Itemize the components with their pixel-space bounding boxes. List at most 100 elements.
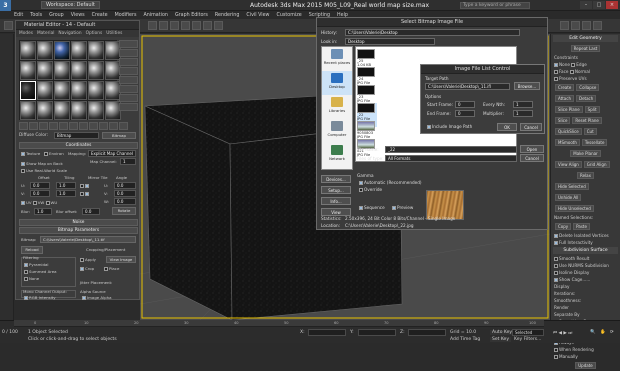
menu-animation[interactable]: Animation — [143, 13, 167, 18]
file-list-cancel-button[interactable]: Cancel — [520, 123, 542, 131]
files-of-type-dropdown[interactable]: All Formats — [385, 155, 517, 162]
place-network[interactable]: Network — [322, 143, 352, 167]
place-libraries[interactable]: Libraries — [322, 95, 352, 119]
sample-slot[interactable] — [71, 61, 87, 80]
vw-radio[interactable] — [32, 201, 37, 205]
blur-field[interactable]: 1.0 — [34, 208, 52, 215]
target-path-field[interactable]: C:\Users\Valerie\Desktop\_11.ifl — [425, 83, 510, 90]
window-cross-icon[interactable] — [181, 21, 190, 30]
play-controls[interactable]: ⏮ ◀ ▶ ⏭ — [553, 330, 572, 336]
cut-button[interactable]: Cut — [583, 128, 597, 135]
every-nth-spinner[interactable]: 1 — [513, 101, 533, 108]
place-desktop[interactable]: Desktop — [322, 71, 352, 95]
detach-button[interactable]: Detach — [576, 95, 597, 102]
auto-key-button[interactable]: Auto Key — [490, 330, 515, 335]
sample-slot[interactable] — [88, 41, 104, 60]
view-align-button[interactable]: View Align — [555, 161, 582, 168]
select-name-icon[interactable] — [159, 21, 168, 30]
when-rendering-radio[interactable] — [554, 348, 558, 352]
search-input[interactable]: Type a keyword or phrase — [460, 1, 530, 9]
smooth-result-checkbox[interactable] — [554, 257, 558, 261]
coordinates-rollout[interactable]: Coordinates — [19, 142, 138, 149]
bitmap-parameters-rollout[interactable]: Bitmap Parameters — [19, 227, 138, 234]
make-preview-icon[interactable] — [119, 85, 138, 93]
map-channel-spinner[interactable]: 1 — [120, 158, 136, 165]
u-tiling-field[interactable]: 1.0 — [56, 182, 76, 189]
noise-rollout[interactable]: Noise — [19, 219, 138, 226]
view-button[interactable]: View — [321, 208, 351, 216]
multiplier-spinner[interactable]: 1 — [513, 110, 533, 117]
key-filters-button[interactable]: Key Filters... — [514, 337, 541, 342]
menu-views[interactable]: Views — [71, 13, 85, 18]
place-radio[interactable] — [104, 267, 108, 271]
file-name-input[interactable]: _22 — [385, 146, 517, 153]
z-coord-field[interactable] — [408, 329, 446, 336]
show-map-icon[interactable] — [89, 122, 98, 130]
devices-button[interactable]: Devices... — [321, 175, 351, 183]
uv-radio[interactable] — [21, 201, 25, 205]
sample-slot-selected[interactable] — [20, 81, 36, 100]
menu-tools[interactable]: Tools — [30, 13, 42, 18]
video-color-icon[interactable] — [119, 76, 138, 84]
sample-slot[interactable] — [88, 101, 104, 120]
preview-checkbox[interactable] — [392, 206, 396, 210]
apply-checkbox[interactable] — [80, 258, 84, 262]
info-button[interactable]: Info... — [321, 197, 351, 205]
sample-slot[interactable] — [37, 101, 53, 120]
cancel-button[interactable]: Cancel — [520, 154, 544, 162]
me-menu-material[interactable]: Material — [37, 31, 54, 36]
select-icon[interactable] — [148, 21, 157, 30]
close-button[interactable]: × — [606, 1, 618, 9]
sample-slot[interactable] — [88, 61, 104, 80]
filter-none-radio[interactable] — [24, 277, 28, 281]
v-tile-checkbox[interactable] — [85, 192, 89, 196]
sample-slot[interactable] — [54, 41, 70, 60]
teapot-icon[interactable] — [593, 21, 602, 30]
constraint-none-radio[interactable] — [554, 63, 558, 67]
sample-slot[interactable] — [54, 61, 70, 80]
u-mirror-checkbox[interactable] — [80, 184, 84, 188]
update-button[interactable]: Update — [575, 362, 596, 369]
end-frame-spinner[interactable]: 0 — [455, 110, 475, 117]
u-tile-checkbox[interactable] — [85, 184, 89, 188]
render-icon[interactable] — [582, 21, 591, 30]
v-mirror-checkbox[interactable] — [80, 192, 84, 196]
sample-slot[interactable] — [37, 81, 53, 100]
v-tiling-field[interactable]: 1.0 — [56, 190, 76, 197]
sample-slot[interactable] — [20, 61, 36, 80]
grid-align-button[interactable]: Grid Align — [583, 161, 610, 168]
reload-button[interactable]: Reload — [21, 246, 43, 254]
y-coord-field[interactable] — [358, 329, 396, 336]
sample-slot[interactable] — [71, 81, 87, 100]
summed-area-radio[interactable] — [24, 270, 28, 274]
unhide-all-button[interactable]: Unhide All — [555, 194, 582, 201]
options-icon[interactable] — [119, 94, 138, 102]
go-forward-icon[interactable] — [119, 122, 128, 130]
constraint-normal-radio[interactable] — [569, 70, 574, 74]
reset-plane-button[interactable]: Reset Plane — [572, 117, 602, 124]
map-type-button[interactable]: Bitmap — [102, 132, 136, 139]
gamma-automatic-radio[interactable] — [359, 181, 363, 185]
u-angle-field[interactable]: 0.0 — [114, 182, 136, 189]
workspace-dropdown[interactable]: Workspace: Default — [41, 1, 100, 9]
sequence-checkbox[interactable] — [359, 206, 363, 210]
setup-button[interactable]: Setup... — [321, 186, 351, 194]
key-mode-dropdown[interactable]: Selected — [512, 329, 544, 336]
map-name-field[interactable]: Bitmap — [54, 132, 99, 139]
add-time-tag-button[interactable]: Add Time Tag — [450, 337, 480, 342]
bitmap-path-button[interactable]: C:\Users\Valerie\Desktop\_11.tif — [40, 236, 136, 243]
slice-button[interactable]: Slice — [555, 117, 571, 124]
menu-rendering[interactable]: Rendering — [215, 13, 240, 18]
look-in-dropdown[interactable]: Desktop — [345, 38, 435, 45]
v-angle-field[interactable]: 0.0 — [114, 190, 136, 197]
put-to-library-icon[interactable] — [69, 122, 78, 130]
render-frame-icon[interactable] — [571, 21, 580, 30]
sample-slot[interactable] — [71, 101, 87, 120]
repeat-last-button[interactable]: Repeat Last — [570, 45, 601, 52]
set-key-button[interactable]: Set Key — [490, 337, 511, 342]
open-button[interactable]: Open — [520, 145, 544, 153]
sample-slot[interactable] — [54, 81, 70, 100]
ok-button[interactable]: OK — [497, 123, 517, 131]
quickslice-button[interactable]: QuickSlice — [555, 128, 582, 135]
place-recent[interactable]: Recent places — [322, 47, 352, 71]
